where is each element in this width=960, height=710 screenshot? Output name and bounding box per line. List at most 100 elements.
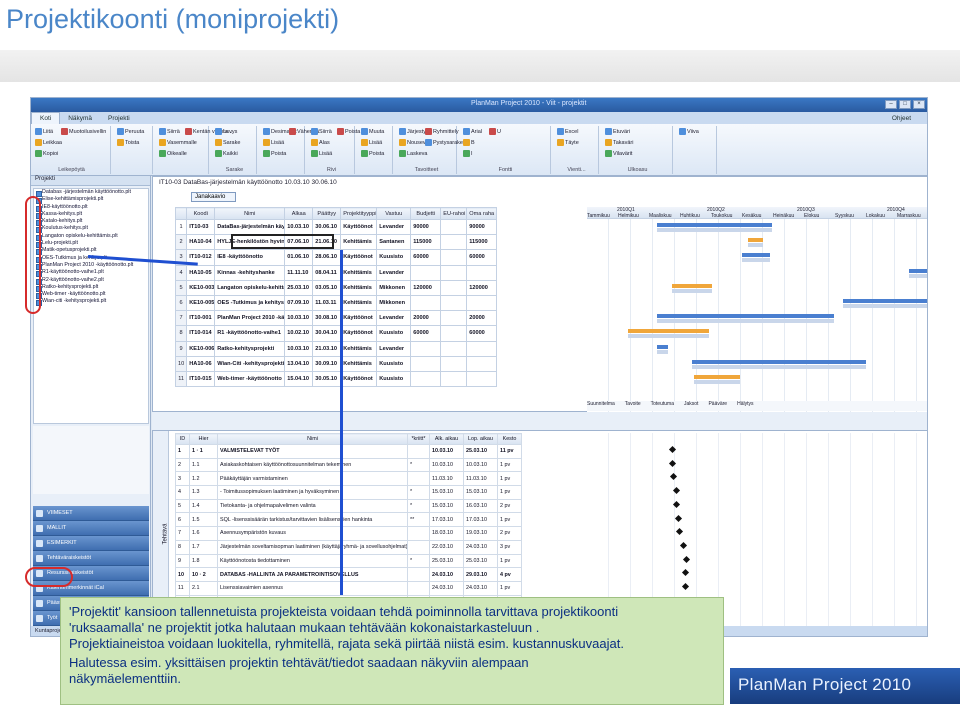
milestone-icon[interactable] bbox=[668, 459, 676, 467]
column-header[interactable]: Hier bbox=[189, 433, 218, 445]
column-header[interactable]: Alk. aikau bbox=[429, 433, 464, 445]
help-link[interactable]: Ohjeet bbox=[892, 115, 911, 122]
column-header[interactable]: Vastuu bbox=[376, 207, 412, 220]
column-header[interactable]: Oma raha bbox=[466, 207, 498, 220]
gantt-bar[interactable] bbox=[656, 319, 835, 324]
tab-koti[interactable]: Koti bbox=[31, 112, 61, 124]
column-header[interactable]: ID bbox=[175, 433, 190, 445]
column-header[interactable]: EU-rahoi bbox=[440, 207, 468, 220]
milestone-icon[interactable] bbox=[682, 555, 690, 563]
milestone-icon[interactable] bbox=[681, 569, 689, 577]
table-row[interactable]: 3 1.2 Pääkäyttäjän varmistaminen 11.03.10 11… bbox=[175, 471, 522, 487]
gantt-bar[interactable] bbox=[748, 243, 763, 248]
table-row[interactable]: 9 1.8 Käyttöönotosta tiedottaminen * 25.03.1… bbox=[175, 553, 522, 569]
column-header[interactable]: Budjetti bbox=[410, 207, 442, 220]
gantt-bar[interactable] bbox=[909, 268, 927, 273]
table-row[interactable]: 11 · 1 VALMISTELEVAT TYÖT 10.03.10 25.03.10… bbox=[175, 444, 522, 459]
ribbon-button[interactable]: Peruuta bbox=[117, 128, 144, 135]
ribbon-button[interactable]: U bbox=[489, 128, 501, 135]
ribbon-button[interactable]: Alas bbox=[311, 139, 330, 146]
project-list-item[interactable]: R2-käyttöönotto-vaihe2.plt bbox=[34, 277, 148, 285]
gantt-bar[interactable] bbox=[842, 304, 927, 308]
gantt-bar[interactable] bbox=[672, 283, 713, 288]
column-header[interactable]: Kesto bbox=[497, 433, 522, 445]
table-row[interactable]: 10 HA10-06 Wian-Citi -kehitysprojekti 13.04… bbox=[174, 355, 498, 372]
gantt-bar[interactable] bbox=[691, 364, 867, 369]
ribbon-button[interactable]: Lisää bbox=[263, 139, 284, 146]
ribbon-button[interactable]: Vilavärit bbox=[605, 150, 632, 157]
table-row[interactable]: 5 1.4 Tietokanta- ja ohjelmapalvelimen val… bbox=[175, 498, 522, 514]
view-select[interactable]: Janakaavio bbox=[191, 192, 236, 202]
project-list-item[interactable]: Wian-citi -kehitysprojekti.plt bbox=[34, 298, 148, 307]
project-list-item[interactable]: R1-käyttöönotto-vaihe1.plt bbox=[34, 269, 148, 278]
project-list-item[interactable]: Lelu-projekti.plt bbox=[34, 240, 148, 249]
table-row[interactable]: 8 1.7 Järjestelmän soveltamisopman laatimi… bbox=[175, 539, 522, 555]
ribbon-button[interactable]: Viiva bbox=[679, 128, 699, 135]
ribbon-button[interactable]: Siirrä bbox=[311, 128, 332, 135]
ribbon-button[interactable]: Vasemmalle bbox=[159, 139, 197, 146]
gantt-bar[interactable] bbox=[742, 253, 770, 258]
project-list-item[interactable]: Kassa-kehitys.plt bbox=[34, 211, 148, 220]
gantt-bar[interactable] bbox=[656, 223, 772, 227]
milestone-icon[interactable] bbox=[681, 582, 689, 591]
column-header[interactable]: Alkaa bbox=[284, 207, 314, 220]
table-row[interactable]: 7 1.6 Asennusympäristön kuvaus 18.03.10 19.0… bbox=[175, 526, 522, 541]
table-row[interactable]: 4 HA10-05 Kinnas -kehityshanke 11.11.10 08.0… bbox=[174, 264, 498, 281]
ribbon-button[interactable]: Oikealle bbox=[159, 150, 187, 157]
ribbon-button[interactable]: Laskeva bbox=[399, 150, 428, 157]
milestone-icon[interactable] bbox=[668, 445, 676, 454]
ribbon-button[interactable]: Takaväri bbox=[605, 139, 633, 146]
ribbon-button[interactable]: Poista bbox=[361, 150, 384, 157]
table-row[interactable]: 4 1.3- Toimitussopimuksen laatiminen ja h… bbox=[175, 485, 522, 500]
table-row[interactable]: 2HA10-04HYLJE-henkilöstön hyvinvointi07.… bbox=[174, 234, 498, 251]
gantt-bar[interactable] bbox=[691, 359, 867, 364]
project-list-item[interactable]: Ratko-kehitysprojekti.plt bbox=[34, 284, 148, 293]
gantt-bar[interactable] bbox=[656, 314, 835, 319]
ribbon-button[interactable]: Leikkaa bbox=[35, 139, 62, 146]
table-row[interactable]: 1IT10-03DataBas-järjestelmän käyttöön10.… bbox=[174, 218, 498, 236]
gantt-bar[interactable] bbox=[748, 238, 763, 243]
sidebar-tab[interactable]: Tehtäväraiskeistöt bbox=[33, 551, 149, 566]
ribbon-button[interactable]: Etuväri bbox=[605, 128, 630, 135]
project-list-item[interactable]: Elise-kehittämisprojekti.plt bbox=[34, 196, 148, 205]
ribbon-button[interactable]: Poista bbox=[337, 128, 360, 135]
table-row[interactable]: 10 10 · 2 DATABAS -HALLINTA JA PARAMETROIN… bbox=[175, 567, 522, 582]
gantt-bar[interactable] bbox=[842, 299, 927, 303]
ribbon-button[interactable]: Pystysarake bbox=[425, 139, 463, 146]
project-list-item[interactable]: PlanMan Project 2010 -käyttöönotto.plt bbox=[34, 262, 148, 271]
project-list-item[interactable]: Matik-opetusprojekti.plt bbox=[34, 247, 148, 256]
sidebar-tab[interactable]: VIIMESET bbox=[33, 506, 149, 521]
ribbon-button[interactable]: Poista bbox=[263, 150, 286, 157]
maximize-icon[interactable]: □ bbox=[899, 100, 911, 109]
table-row[interactable]: 7IT10-001PlanMan Project 2010 -käyttö10.… bbox=[174, 310, 498, 327]
minimize-icon[interactable]: – bbox=[885, 100, 897, 109]
gantt-bar[interactable] bbox=[742, 258, 770, 263]
ribbon-button[interactable]: Kaikki bbox=[215, 150, 238, 157]
column-header[interactable]: Päättyy bbox=[312, 207, 342, 220]
project-list-item[interactable]: Katalo-kehitys.plt bbox=[34, 218, 148, 227]
ribbon-button[interactable]: Muuta bbox=[361, 128, 384, 135]
milestone-icon[interactable] bbox=[676, 528, 684, 536]
ribbon-button[interactable]: Ryhmittely bbox=[425, 128, 459, 135]
table-row[interactable]: 11 IT10-015 Web-timer -käyttöönotto 15.04.1… bbox=[174, 370, 498, 388]
table-row[interactable]: 6 KE10-005 OES -Tutkimus ja kehitys 07.09.1… bbox=[174, 294, 498, 312]
gantt-bar[interactable] bbox=[656, 228, 772, 232]
project-list-item[interactable]: Web-timer -käyttöönotto.plt bbox=[34, 291, 148, 300]
gantt-bar[interactable] bbox=[672, 288, 713, 293]
table-row[interactable]: 3 IT10-012 IE8 -käyttöönotto 01.06.10 28.06.… bbox=[174, 249, 498, 266]
ribbon-button[interactable]: Siirrä bbox=[159, 128, 180, 135]
ribbon-button[interactable]: Excel bbox=[557, 128, 578, 135]
ribbon-button[interactable]: Arial bbox=[463, 128, 482, 135]
column-header[interactable]: Lop. aikau bbox=[463, 433, 498, 445]
gantt-bar[interactable] bbox=[693, 380, 740, 384]
project-list-item[interactable]: Langaton opiskelu-kehittämis.plt bbox=[34, 233, 148, 242]
gantt-bar[interactable] bbox=[909, 273, 927, 278]
column-header[interactable]: Nimi bbox=[217, 433, 408, 445]
milestone-icon[interactable] bbox=[669, 473, 677, 481]
gantt-bar[interactable] bbox=[656, 349, 669, 354]
ribbon-button[interactable]: Muotoilusivellin bbox=[61, 128, 106, 135]
column-header[interactable]: Koodi bbox=[186, 207, 216, 220]
column-header[interactable]: Projektityyppi bbox=[340, 207, 378, 220]
column-header[interactable]: *kriitt* bbox=[407, 433, 430, 445]
ribbon-button[interactable]: Sarake bbox=[215, 139, 240, 146]
